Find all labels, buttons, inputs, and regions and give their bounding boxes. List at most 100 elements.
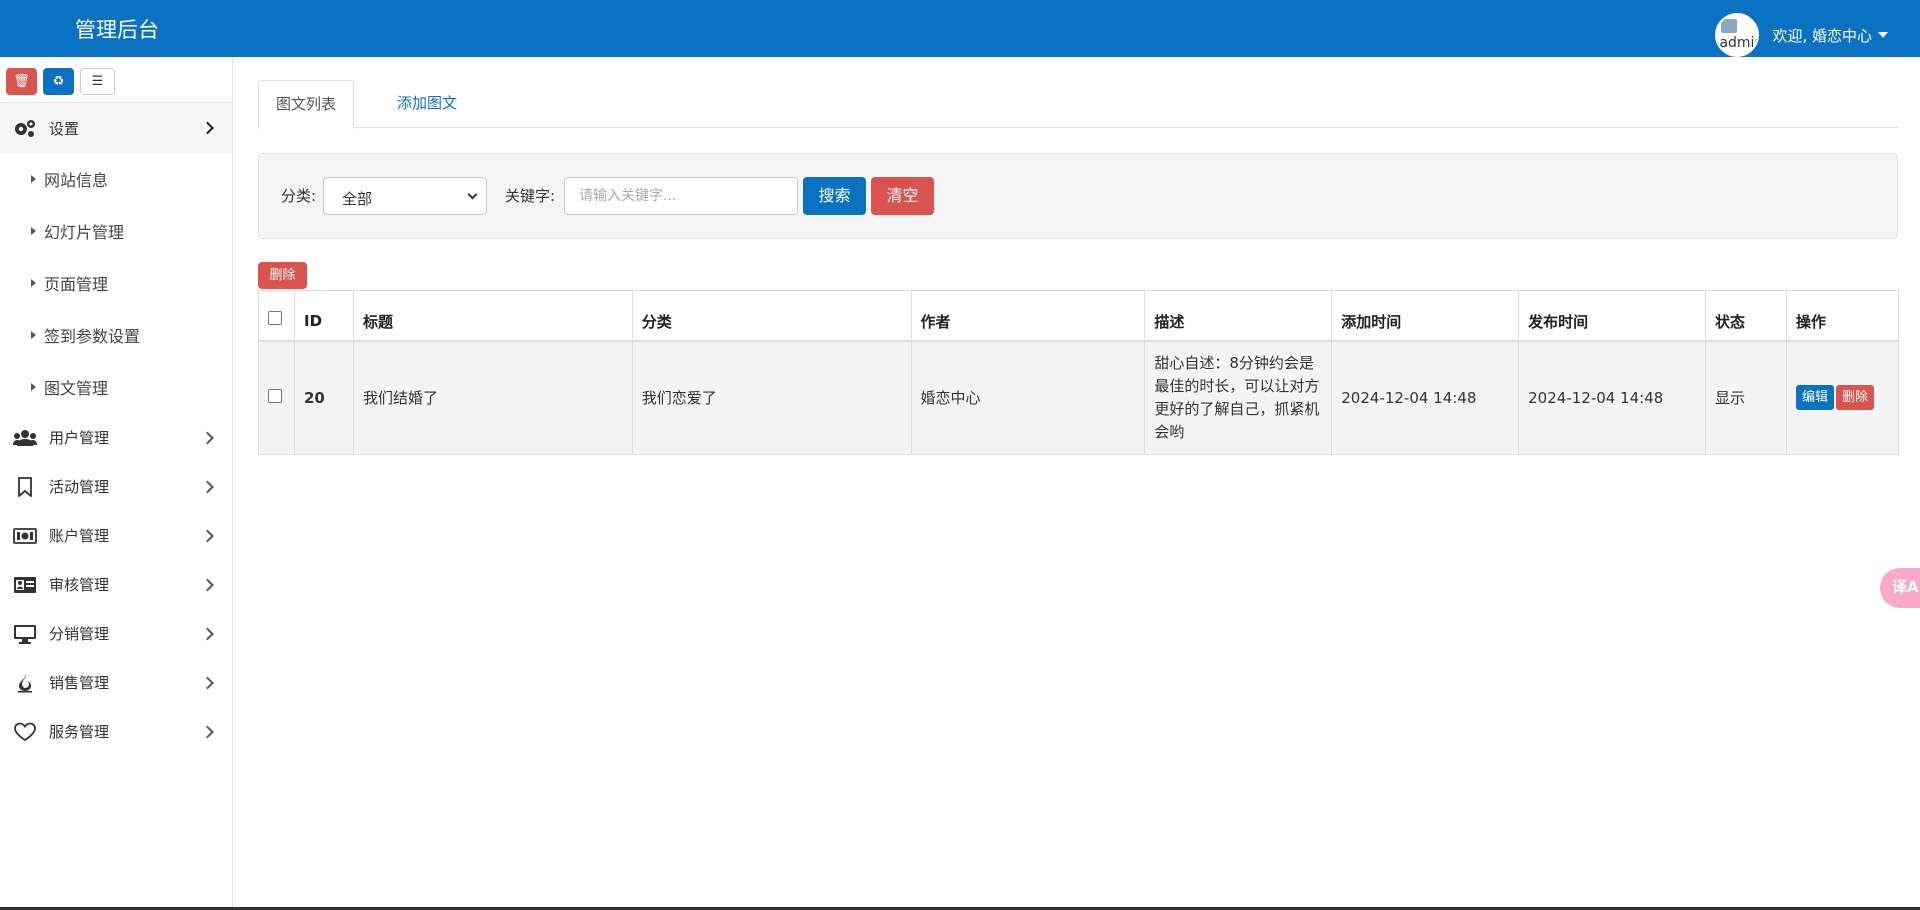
sidebar-toolbar: 🗑 ♻ ☰ <box>0 57 232 103</box>
chevron-right-icon <box>201 578 214 591</box>
chevron-right-icon <box>201 676 214 689</box>
sidebar-subitem-checkin[interactable]: 签到参数设置 <box>0 309 232 361</box>
cell-actions: 编辑 删除 <box>1785 340 1900 455</box>
caret-down-icon[interactable] <box>1878 32 1888 38</box>
caret-right-icon <box>31 331 36 339</box>
trash-button[interactable]: 🗑 <box>6 68 37 95</box>
edit-button[interactable]: 编辑 <box>1795 385 1834 411</box>
id-card-icon <box>13 574 37 596</box>
row-checkbox[interactable] <box>268 388 282 403</box>
filter-panel: 分类: 全部 关键字: 搜索 清空 <box>258 153 1898 239</box>
caret-right-icon <box>31 227 36 235</box>
user-menu[interactable]: admin 欢迎, 婚恋中心 <box>1715 11 1888 59</box>
main-content: 图文列表 添加图文 分类: 全部 关键字: 搜索 清空 删除 ID 标题 分类 … <box>258 80 1900 455</box>
translate-button[interactable]: 译A <box>1880 568 1920 608</box>
cell-published-time: 2024-12-04 14:48 <box>1518 340 1707 455</box>
select-all-cell <box>258 290 295 342</box>
welcome-text[interactable]: 欢迎, 婚恋中心 <box>1772 25 1872 46</box>
cell-title: 我们结婚了 <box>352 340 633 455</box>
list-icon: ☰ <box>91 74 104 89</box>
sidebar-item-users[interactable]: 用户管理 <box>0 413 232 462</box>
column-header: 发布时间 <box>1518 290 1707 342</box>
desktop-icon <box>13 623 37 645</box>
sidebar-subitem-articles[interactable]: 图文管理 <box>0 361 232 413</box>
avatar-alt-text: admin <box>1719 35 1760 51</box>
sidebar-item-distribution[interactable]: 分销管理 <box>0 609 232 658</box>
tab-bar: 图文列表 添加图文 <box>258 80 1898 129</box>
column-header: 作者 <box>910 290 1146 342</box>
sidebar-item-label: 活动管理 <box>49 478 110 496</box>
clear-button[interactable]: 清空 <box>871 177 934 215</box>
table-header-row: ID 标题 分类 作者 描述 添加时间 发布时间 状态 操作 <box>258 290 1900 342</box>
broken-image-icon <box>1721 19 1738 33</box>
sidebar-item-sales[interactable]: 销售管理 <box>0 658 232 707</box>
select-all-checkbox[interactable] <box>268 311 282 326</box>
sidebar-subitem-label: 幻灯片管理 <box>44 223 125 242</box>
column-header: 添加时间 <box>1331 290 1520 342</box>
avatar[interactable]: admin <box>1715 13 1760 57</box>
sidebar: 🗑 ♻ ☰ 设置 网站信息 幻灯片管理 页面管理 签到参数设置 图文管理 用户管… <box>0 57 233 910</box>
cell-id: 20 <box>293 340 354 455</box>
sidebar-subitem-label: 图文管理 <box>44 379 109 398</box>
sidebar-subitem-site-info[interactable]: 网站信息 <box>0 153 232 205</box>
gears-icon <box>13 117 37 139</box>
chevron-right-icon <box>201 725 214 738</box>
users-icon <box>13 427 37 449</box>
sidebar-item-label: 账户管理 <box>49 527 110 545</box>
translate-icon: 译A <box>1892 578 1919 596</box>
chevron-right-icon <box>201 529 214 542</box>
sidebar-item-label: 审核管理 <box>49 576 110 594</box>
bookmark-icon <box>13 476 37 498</box>
cell-status: 显示 <box>1705 340 1787 455</box>
chevron-right-icon <box>201 431 214 444</box>
recycle-button[interactable]: ♻ <box>43 68 74 95</box>
trash-icon: 🗑 <box>13 74 30 89</box>
caret-right-icon <box>31 383 36 391</box>
sidebar-item-activities[interactable]: 活动管理 <box>0 462 232 511</box>
sidebar-subitem-pages[interactable]: 页面管理 <box>0 257 232 309</box>
sidebar-item-review[interactable]: 审核管理 <box>0 560 232 609</box>
category-select-value: 全部 <box>342 190 373 208</box>
column-header: 描述 <box>1144 290 1333 342</box>
sidebar-item-label: 服务管理 <box>49 723 110 741</box>
brand-title[interactable]: 管理后台 <box>75 14 159 44</box>
chevron-right-icon <box>201 480 214 493</box>
sidebar-item-accounts[interactable]: 账户管理 <box>0 511 232 560</box>
sidebar-item-label: 销售管理 <box>49 674 110 692</box>
cell-description: 甜心自述：8分钟约会是最佳的时长，可以让对方更好的了解自己，抓紧机会哟 <box>1144 340 1333 455</box>
article-table: ID 标题 分类 作者 描述 添加时间 发布时间 状态 操作 20 我们结婚了 … <box>258 290 1900 455</box>
column-header: ID <box>293 290 354 342</box>
money-icon <box>13 525 37 547</box>
column-header: 操作 <box>1785 290 1900 342</box>
column-header: 标题 <box>352 290 633 342</box>
cell-added-time: 2024-12-04 14:48 <box>1331 340 1520 455</box>
keyword-label: 关键字: <box>505 187 556 205</box>
caret-right-icon <box>31 279 36 287</box>
chevron-right-icon <box>201 121 214 135</box>
category-select[interactable]: 全部 <box>323 177 487 215</box>
sidebar-subitem-slides[interactable]: 幻灯片管理 <box>0 205 232 257</box>
tab-article-list[interactable]: 图文列表 <box>258 80 355 129</box>
sidebar-subitem-label: 页面管理 <box>44 275 109 294</box>
recycle-icon: ♻ <box>52 74 65 89</box>
chevron-down-icon <box>467 189 478 200</box>
sidebar-subitem-label: 签到参数设置 <box>44 327 141 346</box>
sidebar-item-label: 设置 <box>49 119 80 138</box>
caret-right-icon <box>31 175 36 183</box>
top-navbar: 管理后台 admin 欢迎, 婚恋中心 <box>0 0 1920 57</box>
sidebar-item-label: 分销管理 <box>49 625 110 643</box>
search-button[interactable]: 搜索 <box>803 177 866 215</box>
keyword-input[interactable] <box>564 177 798 215</box>
sidebar-item-settings[interactable]: 设置 <box>0 103 232 153</box>
tab-add-article[interactable]: 添加图文 <box>380 80 474 129</box>
bulk-delete-button[interactable]: 删除 <box>258 262 307 289</box>
cell-category: 我们恋爱了 <box>631 340 912 455</box>
fire-icon <box>13 672 37 694</box>
chevron-right-icon <box>201 627 214 640</box>
sidebar-item-services[interactable]: 服务管理 <box>0 707 232 756</box>
category-label: 分类: <box>281 187 317 205</box>
list-button[interactable]: ☰ <box>80 68 115 95</box>
column-header: 状态 <box>1705 290 1787 342</box>
sidebar-subitem-label: 网站信息 <box>44 171 109 190</box>
delete-button[interactable]: 删除 <box>1836 385 1875 411</box>
